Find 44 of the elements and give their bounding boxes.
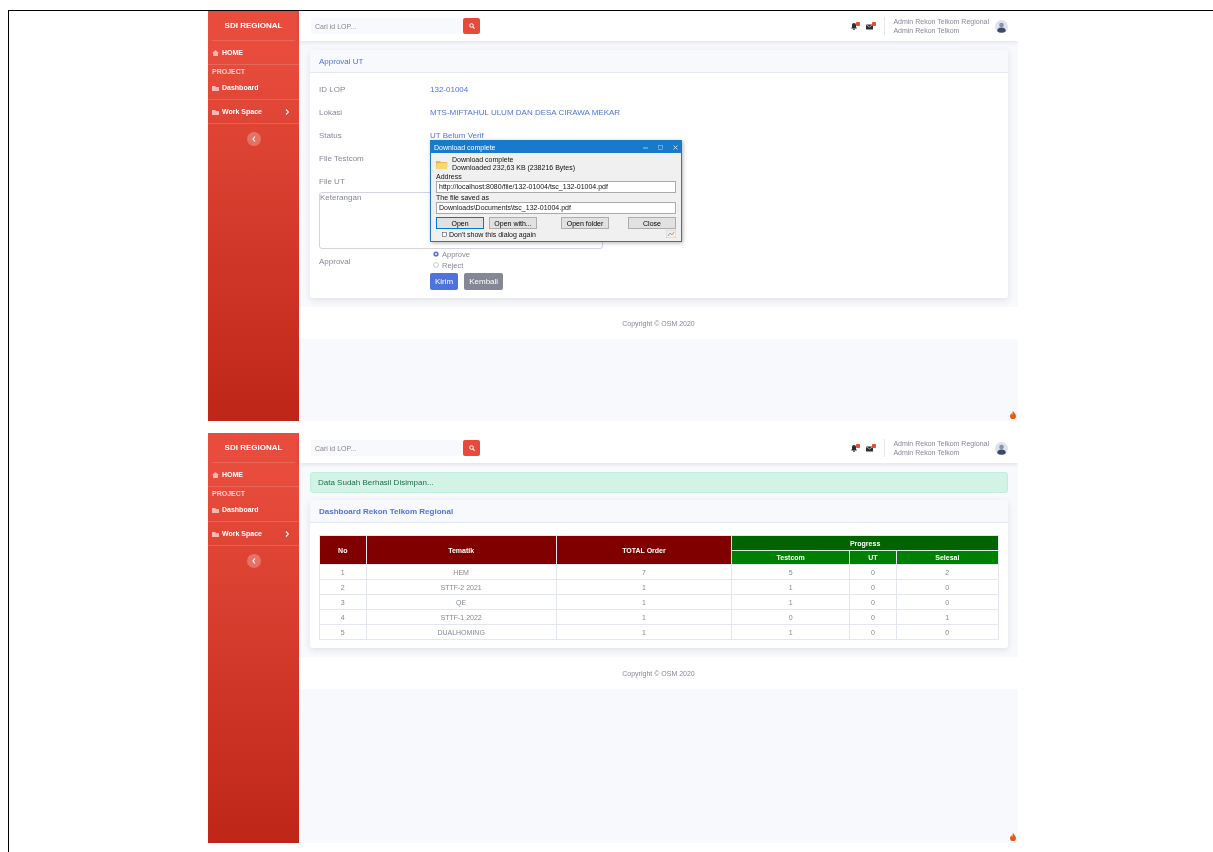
folder-icon: [212, 506, 219, 513]
card-title: Dashboard Rekon Telkom Regional: [310, 500, 1008, 523]
field-value: MTS-MIFTAHUL ULUM DAN DESA CIRAWA MEKAR: [430, 108, 621, 117]
back-button[interactable]: Kembali: [464, 273, 504, 290]
search-icon: [468, 23, 475, 29]
envelope-icon[interactable]: [866, 22, 877, 30]
chevron-right-icon: [285, 530, 289, 537]
submit-button[interactable]: Kirim: [430, 273, 459, 290]
collapse-button[interactable]: [246, 132, 261, 146]
field-label: Status: [319, 131, 343, 140]
field-label: Approval: [319, 256, 352, 266]
search-button[interactable]: [463, 18, 480, 34]
folder-icon: [212, 108, 219, 115]
flame-icon[interactable]: [1010, 833, 1016, 841]
chevron-left-icon: [251, 558, 256, 564]
field-label: Keterangan: [320, 193, 363, 202]
chevron-left-icon: [251, 136, 256, 142]
folder-icon: [436, 159, 448, 169]
close-icon[interactable]: [673, 144, 678, 150]
field-label: File Testcom: [319, 154, 365, 163]
search-button[interactable]: [463, 440, 480, 456]
chevron-right-icon: [285, 108, 289, 115]
house-icon: [212, 471, 219, 478]
brand-title: SDI REGIONAL: [212, 11, 295, 41]
success-alert: Data Sudah Berhasil Disimpan...: [310, 472, 1008, 493]
field-label: ID LOP: [319, 85, 347, 94]
brand-title: SDI REGIONAL: [212, 433, 295, 463]
bell-icon[interactable]: [850, 444, 861, 452]
field-value: UT Belum Verif: [430, 131, 484, 140]
bell-icon[interactable]: [850, 22, 861, 30]
avatar-icon[interactable]: [995, 19, 1008, 33]
folder-icon: [212, 530, 219, 537]
card-title: Approval UT: [310, 50, 1008, 73]
envelope-icon[interactable]: [866, 444, 877, 452]
search-icon: [468, 445, 475, 451]
avatar-icon[interactable]: [995, 441, 1008, 455]
field-label: Lokasi: [319, 108, 344, 117]
folder-icon: [212, 84, 219, 91]
flame-icon[interactable]: [1010, 411, 1016, 419]
field-label: File UT: [319, 177, 346, 186]
field-value: 132-01004: [430, 85, 469, 94]
collapse-button[interactable]: [246, 554, 261, 568]
house-icon: [212, 49, 219, 56]
maximize-icon[interactable]: [658, 144, 663, 150]
